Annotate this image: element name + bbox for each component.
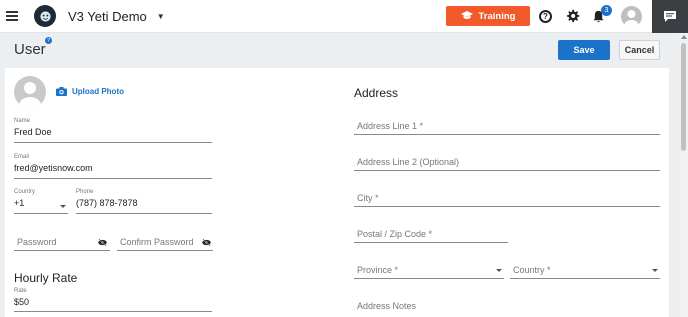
city-field[interactable]: City * xyxy=(354,193,660,207)
address-notes-field[interactable]: Address Notes xyxy=(354,301,660,315)
phone-field[interactable]: Phone (787) 878-7878 xyxy=(76,189,212,214)
name-underline xyxy=(14,142,212,143)
gear-icon[interactable] xyxy=(565,9,580,24)
rate-value: $50 xyxy=(14,297,30,307)
confirm-password-underline xyxy=(117,250,213,251)
address-notes-placeholder: Address Notes xyxy=(357,301,417,311)
province-underline xyxy=(354,278,504,279)
country-placeholder: Country * xyxy=(513,265,551,275)
country-select-underline xyxy=(510,278,660,279)
email-underline xyxy=(14,178,212,179)
phone-value: (787) 878-7878 xyxy=(76,198,138,208)
city-underline xyxy=(354,206,660,207)
chevron-down-icon[interactable] xyxy=(60,205,66,208)
training-button[interactable]: Training xyxy=(446,6,530,26)
help-icon[interactable]: ? xyxy=(539,10,552,23)
eye-off-icon[interactable] xyxy=(202,239,211,246)
confirm-password-field[interactable]: Confirm Password xyxy=(117,237,213,251)
postal-code-underline xyxy=(354,242,508,243)
address-line2-placeholder: Address Line 2 (Optional) xyxy=(357,157,460,167)
address-title: Address xyxy=(354,86,399,100)
upload-photo-button[interactable]: Upload Photo xyxy=(56,87,124,96)
top-bar: V3 Yeti Demo ▼ Training ? 3 xyxy=(0,0,688,33)
user-avatar-icon[interactable] xyxy=(621,6,642,27)
chevron-down-icon[interactable] xyxy=(496,269,502,272)
rate-label: Rate xyxy=(14,288,27,294)
chevron-down-icon[interactable] xyxy=(652,269,658,272)
chat-icon xyxy=(664,11,676,22)
graduation-cap-icon xyxy=(460,11,473,19)
help-dot-icon[interactable]: ? xyxy=(45,37,52,44)
password-underline xyxy=(14,250,110,251)
menu-icon[interactable] xyxy=(6,11,18,21)
email-field[interactable]: Email fred@yetisnow.com xyxy=(14,154,212,179)
address-line1-underline xyxy=(354,134,660,135)
profile-avatar xyxy=(14,76,46,108)
email-label: Email xyxy=(14,154,30,160)
rate-underline xyxy=(14,311,212,312)
upload-photo-label: Upload Photo xyxy=(72,87,124,96)
save-button[interactable]: Save xyxy=(558,40,610,60)
province-select[interactable]: Province * xyxy=(354,265,504,279)
address-line2-field[interactable]: Address Line 2 (Optional) xyxy=(354,157,660,171)
rate-field[interactable]: Rate $50 xyxy=(14,288,212,312)
name-label: Name xyxy=(14,118,31,124)
eye-off-icon[interactable] xyxy=(98,239,107,246)
page-title: User xyxy=(14,41,46,58)
postal-code-placeholder: Postal / Zip Code * xyxy=(357,229,433,239)
country-code-select[interactable]: Country +1 xyxy=(14,189,68,214)
training-label: Training xyxy=(478,10,516,22)
phone-label: Phone xyxy=(76,189,94,195)
country-label: Country xyxy=(14,189,36,195)
yeti-logo-icon[interactable] xyxy=(34,5,56,27)
phone-underline xyxy=(76,213,212,214)
address-line2-underline xyxy=(354,170,660,171)
country-select[interactable]: Country * xyxy=(510,265,660,279)
camera-icon xyxy=(56,87,67,96)
province-placeholder: Province * xyxy=(357,265,399,275)
postal-code-field[interactable]: Postal / Zip Code * xyxy=(354,229,508,243)
country-underline xyxy=(14,213,68,214)
email-value: fred@yetisnow.com xyxy=(14,163,93,173)
cancel-button[interactable]: Cancel xyxy=(619,40,660,60)
password-placeholder: Password xyxy=(17,237,57,247)
city-placeholder: City * xyxy=(357,193,379,203)
company-switcher[interactable]: V3 Yeti Demo ▼ xyxy=(68,9,165,24)
address-line1-field[interactable]: Address Line 1 * xyxy=(354,121,660,135)
scroll-up-arrow-icon[interactable] xyxy=(681,35,687,39)
scrollbar-thumb[interactable] xyxy=(681,43,686,151)
address-line1-placeholder: Address Line 1 * xyxy=(357,121,424,131)
company-name: V3 Yeti Demo xyxy=(68,9,147,24)
caret-down-icon: ▼ xyxy=(156,12,165,21)
hourly-rate-title: Hourly Rate xyxy=(14,271,78,285)
password-field[interactable]: Password xyxy=(14,237,110,251)
confirm-password-placeholder: Confirm Password xyxy=(120,237,194,247)
name-value: Fred Doe xyxy=(14,127,52,137)
name-field[interactable]: Name Fred Doe xyxy=(14,118,212,143)
notification-badge: 3 xyxy=(601,5,612,16)
chat-button[interactable] xyxy=(652,0,688,33)
